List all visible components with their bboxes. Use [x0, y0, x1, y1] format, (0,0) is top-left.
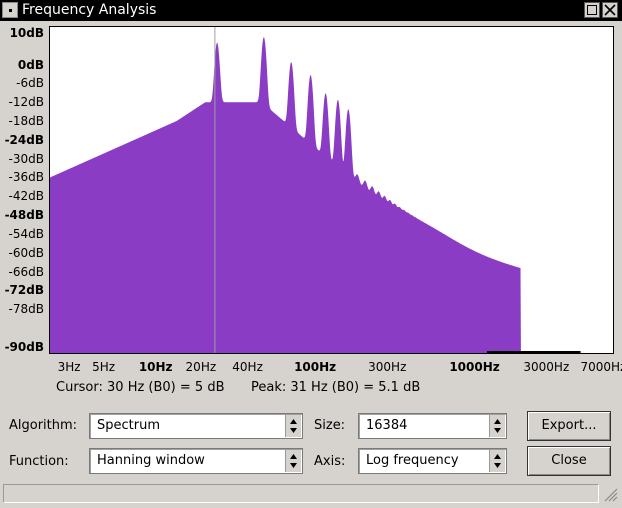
spectrum-area: [50, 37, 613, 353]
y-tick-label: -42dB: [8, 189, 44, 204]
function-spinner[interactable]: [285, 450, 301, 472]
window-menu-button[interactable]: [2, 2, 18, 18]
y-tick-label: -18dB: [8, 114, 44, 129]
y-tick-label: -12dB: [8, 95, 44, 110]
axis-select[interactable]: Log frequency: [358, 448, 507, 474]
y-tick-label: -60dB: [8, 245, 44, 260]
y-tick-label: -78dB: [8, 302, 44, 317]
x-tick-label: 3000Hz: [523, 360, 570, 374]
y-tick-label: -36dB: [8, 170, 44, 185]
x-tick-label: 20Hz: [185, 360, 217, 374]
y-tick-label: -90dB: [4, 339, 44, 354]
y-tick-label: -30dB: [8, 151, 44, 166]
y-tick-label: -66dB: [8, 264, 44, 279]
export-button[interactable]: Export...: [527, 411, 611, 441]
size-spinner[interactable]: [489, 415, 505, 437]
size-label: Size:: [314, 418, 346, 433]
function-value: Hanning window: [97, 453, 205, 468]
y-tick-label: -24dB: [4, 132, 44, 147]
algorithm-spinner[interactable]: [285, 415, 301, 437]
resize-grip-icon[interactable]: [602, 486, 618, 502]
axis-spinner[interactable]: [489, 450, 505, 472]
title-bar: Frequency Analysis: [0, 0, 622, 21]
y-tick-label: -54dB: [8, 226, 44, 241]
cursor-readout: Cursor: 30 Hz (B0) = 5 dB: [56, 380, 225, 395]
y-tick-label: -72dB: [4, 283, 44, 298]
size-value: 16384: [366, 418, 408, 433]
spectrum-graph: [50, 27, 613, 353]
x-tick-label: 100Hz: [294, 360, 337, 374]
maximize-button[interactable]: [584, 2, 600, 18]
up-down-arrows-icon: [290, 419, 297, 433]
algorithm-value: Spectrum: [97, 418, 160, 433]
close-button[interactable]: Close: [527, 446, 611, 476]
status-bar: [3, 484, 599, 503]
x-tick-label: 1000Hz: [449, 360, 500, 374]
export-button-label: Export...: [541, 418, 597, 433]
x-tick-label: 40Hz: [232, 360, 263, 374]
size-select[interactable]: 16384: [358, 413, 507, 439]
function-label: Function:: [9, 454, 69, 469]
algorithm-select[interactable]: Spectrum: [89, 413, 303, 439]
y-tick-label: 10dB: [9, 26, 44, 41]
up-down-arrows-icon: [494, 454, 501, 468]
axis-value: Log frequency: [366, 453, 459, 468]
x-tick-label: 7000Hz: [580, 360, 622, 374]
y-tick-label: -6dB: [16, 76, 44, 91]
up-down-arrows-icon: [494, 419, 501, 433]
x-tick-label: 5Hz: [92, 360, 116, 374]
x-tick-label: 300Hz: [368, 360, 407, 374]
close-button-label: Close: [551, 453, 587, 468]
function-select[interactable]: Hanning window: [89, 448, 303, 474]
spectrum-plot[interactable]: [49, 26, 614, 354]
peak-readout: Peak: 31 Hz (B0) = 5.1 dB: [251, 380, 421, 395]
axis-label: Axis:: [314, 454, 346, 469]
algorithm-label: Algorithm:: [9, 418, 78, 433]
close-window-button[interactable]: [602, 2, 618, 18]
x-tick-label: 3Hz: [57, 360, 81, 374]
window-title: Frequency Analysis: [22, 2, 157, 18]
y-tick-label: 0dB: [17, 57, 44, 72]
x-tick-label: 10Hz: [138, 360, 173, 374]
y-tick-label: -48dB: [4, 208, 44, 223]
up-down-arrows-icon: [290, 454, 297, 468]
close-icon: [604, 4, 616, 16]
